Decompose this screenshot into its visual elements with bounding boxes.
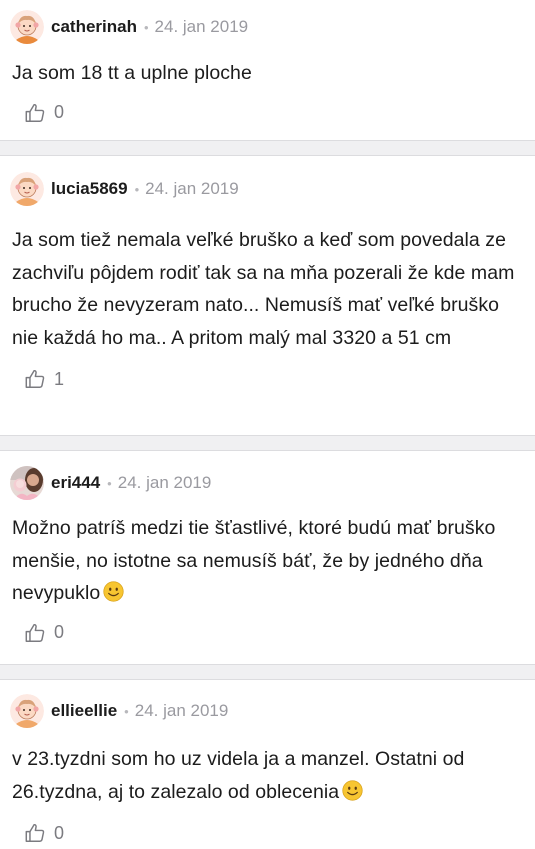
comment-item: ellieellie • 24. jan 2019 v 23.tyzdni so…	[0, 680, 535, 845]
thumbs-up-icon[interactable]	[24, 368, 46, 390]
smiley-emoji-icon	[103, 581, 124, 602]
baby-girl-avatar-icon[interactable]	[10, 172, 44, 206]
comment-username[interactable]: eri444	[51, 473, 100, 493]
meta-separator: •	[134, 181, 140, 197]
comment-header: eri444 • 24. jan 2019	[10, 466, 517, 500]
comment-item: eri444 • 24. jan 2019 Možno patríš medzi…	[0, 451, 535, 664]
comment-date: 24. jan 2019	[117, 473, 212, 492]
comment-text-body: Možno patríš medzi tie šťastlivé, ktoré …	[12, 517, 496, 604]
comment-item: catherinah • 24. jan 2019 Ja som 18 tt a…	[0, 0, 535, 140]
comment-date: 24. jan 2019	[145, 179, 239, 198]
comment-header: catherinah • 24. jan 2019	[10, 10, 517, 44]
like-count: 0	[54, 622, 65, 642]
comment-username[interactable]: lucia5869	[51, 179, 128, 199]
like-count: 0	[54, 102, 65, 122]
comment-text-body: v 23.tyzdni som ho uz videla ja a manzel…	[12, 748, 465, 803]
thumbs-up-icon[interactable]	[24, 822, 46, 844]
comment-header: ellieellie • 24. jan 2019	[10, 694, 517, 728]
baby-girl-avatar-icon[interactable]	[10, 694, 44, 728]
like-row: 0	[10, 818, 517, 848]
like-row: 0	[10, 618, 517, 648]
like-row: 1	[10, 364, 517, 394]
thumbs-up-icon[interactable]	[24, 622, 46, 644]
meta-separator: •	[124, 703, 129, 719]
comment-text: Možno patríš medzi tie šťastlivé, ktoré …	[10, 512, 517, 610]
photo-avatar-icon[interactable]	[10, 466, 44, 500]
smiley-emoji-icon	[342, 779, 363, 801]
like-count: 0	[54, 822, 65, 843]
meta-separator: •	[143, 19, 149, 35]
comment-username[interactable]: catherinah	[51, 17, 137, 37]
comment-date: 24. jan 2019	[154, 17, 249, 36]
comment-feed: catherinah • 24. jan 2019 Ja som 18 tt a…	[0, 0, 535, 845]
like-count: 1	[54, 368, 65, 389]
comment-header: lucia5869 • 24. jan 2019	[10, 172, 517, 206]
comment-username[interactable]: ellieellie	[51, 701, 117, 721]
baby-girl-avatar-icon[interactable]	[10, 10, 44, 44]
like-row: 0	[10, 98, 517, 128]
comment-divider	[0, 140, 535, 156]
thumbs-up-icon[interactable]	[24, 102, 46, 124]
comment-date: 24. jan 2019	[134, 701, 229, 720]
comment-text: v 23.tyzdni som ho uz videla ja a manzel…	[10, 743, 517, 808]
comment-item: lucia5869 • 24. jan 2019 Ja som tiež nem…	[0, 156, 535, 435]
comment-divider	[0, 435, 535, 451]
meta-separator: •	[107, 475, 112, 491]
comment-text: Ja som tiež nemala veľké bruško a keď so…	[12, 229, 515, 349]
comment-divider	[0, 664, 535, 680]
comment-text: Ja som 18 tt a uplne ploche	[12, 62, 252, 84]
